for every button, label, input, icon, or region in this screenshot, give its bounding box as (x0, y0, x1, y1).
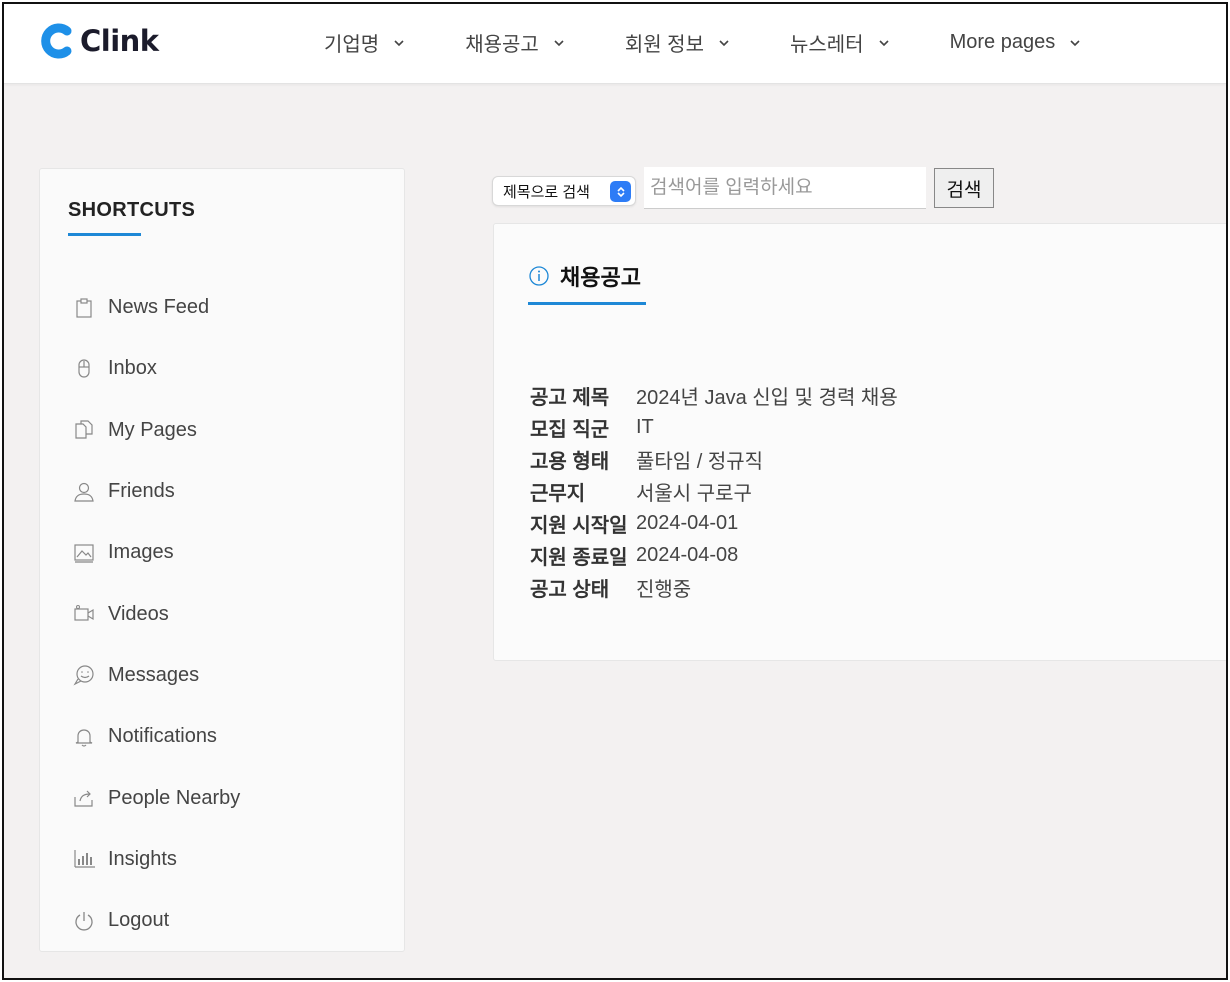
info-value: 2024년 Java 신입 및 경력 채용 (636, 386, 898, 409)
nav-item-label: 기업명 (324, 34, 380, 56)
logo-text: Clink (80, 24, 159, 58)
sidebar-item-label: Logout (108, 909, 170, 932)
app-window: Clink 기업명 채용공고 회원 정보 뉴스레터 More pages SHO… (2, 2, 1228, 980)
nav-item-member-info[interactable]: 회원 정보 (625, 28, 730, 57)
nav-item-label: 채용공고 (465, 34, 539, 56)
nav-item-more-pages[interactable]: More pages (950, 28, 1082, 57)
chat-icon (72, 663, 96, 687)
sidebar-item-images[interactable]: Images (72, 522, 240, 583)
info-value: 2024-04-01 (636, 511, 739, 534)
sidebar-item-label: News Feed (108, 296, 210, 319)
sidebar-title: SHORTCUTS (68, 199, 196, 221)
search-button[interactable]: 검색 (934, 168, 994, 208)
info-row: 고용 형태 풀타임 / 정규직 (530, 443, 898, 475)
search-type-value: 제목으로 검색 (503, 183, 590, 201)
sidebar-item-videos[interactable]: Videos (72, 583, 240, 644)
info-row: 모집 직군 IT (530, 411, 898, 443)
chevron-down-icon (394, 39, 404, 46)
sidebar-item-notifications[interactable]: Notifications (72, 706, 240, 767)
info-row: 근무지 서울시 구로구 (530, 475, 898, 507)
sidebar-item-friends[interactable]: Friends (72, 461, 240, 522)
clipboard-icon (72, 296, 96, 320)
info-row: 공고 제목 2024년 Java 신입 및 경력 채용 (530, 379, 898, 411)
job-info-table: 공고 제목 2024년 Java 신입 및 경력 채용 모집 직군 IT 고용 … (530, 379, 898, 603)
info-key: 고용 형태 (530, 450, 610, 473)
sidebar-item-label: Messages (108, 663, 200, 686)
info-row: 지원 종료일 2024-04-08 (530, 539, 898, 571)
search-bar: 제목으로 검색 검색 (492, 167, 994, 209)
sidebar-title-underline (68, 233, 141, 236)
info-value: 서울시 구로구 (636, 482, 752, 505)
info-key: 지원 종료일 (530, 546, 628, 569)
sidebar-item-label: Inbox (108, 357, 157, 380)
info-row: 공고 상태 진행중 (530, 571, 898, 603)
bar-chart-icon (72, 847, 96, 871)
card-title-underline (528, 302, 646, 305)
card-title: 채용공고 (528, 260, 641, 292)
info-icon (529, 266, 549, 286)
chevron-down-icon (554, 39, 564, 46)
search-type-select[interactable]: 제목으로 검색 (492, 176, 636, 206)
image-icon (72, 541, 96, 565)
brand-logo[interactable]: Clink (40, 22, 159, 60)
card-title-text: 채용공고 (560, 265, 641, 290)
nav-item-label: 뉴스레터 (789, 34, 864, 56)
power-icon (72, 909, 96, 933)
info-key: 모집 직군 (530, 418, 610, 441)
bell-icon (72, 725, 96, 749)
info-value: IT (636, 415, 654, 438)
chevron-down-icon (1070, 39, 1080, 46)
info-key: 공고 제목 (530, 386, 610, 409)
sidebar-item-label: Insights (108, 847, 177, 870)
sidebar-item-label: Videos (108, 602, 169, 625)
sidebar-item-insights[interactable]: Insights (72, 829, 240, 890)
info-key: 근무지 (530, 482, 586, 505)
video-icon (72, 602, 96, 626)
search-input[interactable] (644, 167, 926, 209)
top-header: Clink 기업명 채용공고 회원 정보 뉴스레터 More pages (4, 4, 1226, 84)
select-arrows-icon (610, 181, 631, 202)
clink-logo-icon (41, 23, 72, 59)
info-row: 지원 시작일 2024-04-01 (530, 507, 898, 539)
shortcuts-sidebar: SHORTCUTS News Feed Inbox My Pages Frien… (39, 168, 405, 952)
sidebar-item-people-nearby[interactable]: People Nearby (72, 767, 240, 828)
sidebar-item-label: My Pages (108, 418, 197, 441)
sidebar-item-logout[interactable]: Logout (72, 890, 240, 951)
sidebar-item-inbox[interactable]: Inbox (72, 338, 240, 399)
job-posting-card: 채용공고 공고 제목 2024년 Java 신입 및 경력 채용 모집 직군 I… (493, 223, 1226, 661)
nav-item-company[interactable]: 기업명 (324, 28, 405, 57)
nav-item-label: More pages (949, 31, 1056, 53)
main-nav: 기업명 채용공고 회원 정보 뉴스레터 More pages (324, 28, 1081, 57)
info-value: 풀타임 / 정규직 (636, 450, 764, 473)
info-value: 2024-04-08 (636, 543, 739, 566)
chevron-down-icon (879, 39, 889, 46)
sidebar-item-label: Images (108, 541, 174, 564)
sidebar-item-messages[interactable]: Messages (72, 645, 240, 706)
share-icon (72, 786, 96, 810)
copy-icon (72, 418, 96, 442)
chevron-down-icon (719, 39, 729, 46)
sidebar-item-my-pages[interactable]: My Pages (72, 400, 240, 461)
nav-item-label: 회원 정보 (624, 34, 704, 56)
info-key: 지원 시작일 (530, 514, 628, 537)
nav-item-newsletter[interactable]: 뉴스레터 (790, 28, 890, 57)
user-icon (72, 480, 96, 504)
sidebar-item-label: People Nearby (108, 786, 241, 809)
info-value: 진행중 (636, 578, 692, 601)
sidebar-item-label: Friends (108, 480, 175, 503)
sidebar-item-news-feed[interactable]: News Feed (72, 277, 240, 338)
sidebar-list: News Feed Inbox My Pages Friends Images … (72, 277, 240, 951)
sidebar-item-label: Notifications (108, 725, 217, 748)
info-key: 공고 상태 (530, 578, 610, 601)
nav-item-jobs[interactable]: 채용공고 (465, 28, 565, 57)
mouse-icon (72, 357, 96, 381)
